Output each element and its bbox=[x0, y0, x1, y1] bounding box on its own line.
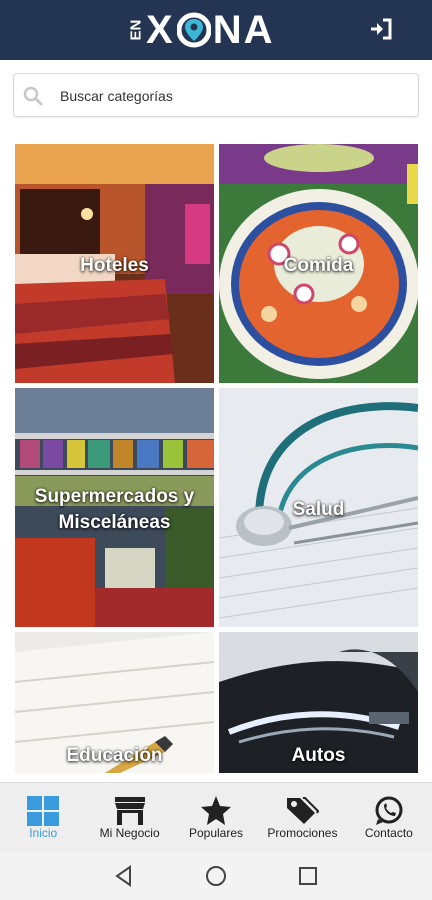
category-label: Hoteles bbox=[80, 255, 149, 276]
search-input[interactable] bbox=[58, 74, 412, 118]
whatsapp-icon bbox=[375, 796, 403, 825]
app-header: EN X NA bbox=[0, 0, 432, 60]
back-icon[interactable] bbox=[112, 864, 136, 888]
grid-icon bbox=[27, 796, 60, 826]
category-tile-autos[interactable]: Autos bbox=[219, 632, 418, 773]
bottom-navigation: Inicio Mi Negocio Populares Promociones … bbox=[0, 782, 432, 853]
category-label: Supermercados y Misceláneas bbox=[34, 486, 195, 533]
app-logo: EN X NA bbox=[126, 8, 310, 52]
tag-icon bbox=[287, 797, 320, 824]
store-icon bbox=[114, 797, 145, 825]
star-icon bbox=[201, 796, 232, 825]
category-tile-hoteles[interactable]: Hoteles bbox=[15, 144, 214, 383]
nav-item-inicio[interactable]: Inicio bbox=[0, 783, 86, 853]
nav-label: Contacto bbox=[364, 826, 413, 840]
category-tile-salud[interactable]: Salud bbox=[219, 388, 418, 627]
logo-letters-right: NA bbox=[212, 7, 275, 52]
category-tile-educacion[interactable]: Educación bbox=[15, 632, 214, 773]
category-label: Autos bbox=[291, 745, 346, 766]
nav-label: Inicio bbox=[29, 826, 58, 840]
category-tile-supermercados[interactable]: Supermercados y Misceláneas bbox=[15, 388, 214, 627]
search-bar[interactable] bbox=[13, 73, 419, 118]
logo-prefix: EN bbox=[127, 19, 145, 40]
search-icon bbox=[23, 86, 43, 106]
home-icon[interactable] bbox=[204, 864, 228, 888]
nav-label: Mi Negocio bbox=[99, 826, 160, 840]
nav-label: Populares bbox=[188, 826, 244, 840]
category-label: Salud bbox=[292, 499, 345, 520]
nav-item-contacto[interactable]: Contacto bbox=[346, 783, 432, 853]
nav-item-populares[interactable]: Populares bbox=[173, 783, 259, 853]
map-pin-icon bbox=[176, 12, 211, 48]
category-label: Comida bbox=[283, 255, 354, 276]
category-tile-comida[interactable]: Comida bbox=[219, 144, 418, 383]
system-navigation-bar bbox=[0, 852, 432, 900]
nav-label: Promociones bbox=[267, 826, 338, 840]
recents-icon[interactable] bbox=[296, 864, 320, 888]
nav-item-mi-negocio[interactable]: Mi Negocio bbox=[86, 783, 172, 853]
category-label: Educación bbox=[66, 745, 163, 766]
sign-in-icon[interactable] bbox=[368, 16, 394, 42]
nav-item-promociones[interactable]: Promociones bbox=[259, 783, 345, 853]
logo-letters-left: X bbox=[146, 7, 175, 52]
